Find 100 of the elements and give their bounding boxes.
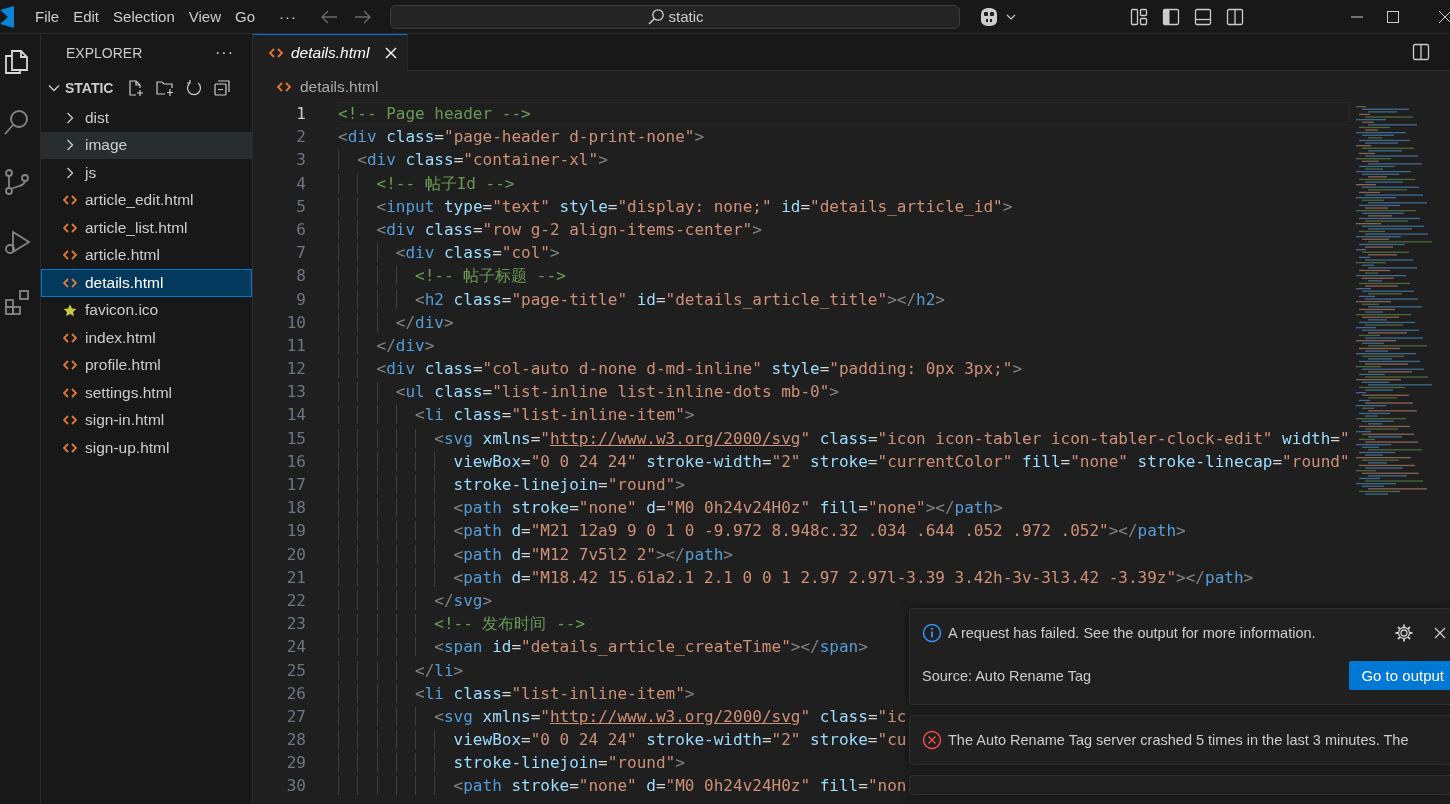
more-menu-button[interactable]: ···	[272, 8, 304, 25]
file-tree-item[interactable]: article_list.html	[41, 214, 252, 242]
line-number: 20	[285, 543, 307, 566]
code-line: <svg xmlns="http://www.w3.org/2000/svg" class="icon icon-tabler icon-tabler-clock-edit" width="	[338, 426, 1450, 450]
line-number: 22	[285, 589, 307, 612]
line-number: 2	[295, 126, 307, 149]
file-tree-item[interactable]: image	[41, 131, 252, 159]
code-line: <path d="M21 12a9 9 0 1 0 -9.972 8.948c.32 .034 .644 .052 .972 .052"></path>	[338, 519, 1450, 543]
layout-icon[interactable]	[1130, 7, 1148, 26]
code-brackets-icon	[269, 46, 283, 59]
notification-message: The Auto Rename Tag server crashed 5 times in the last 3 minutes. The	[948, 732, 1409, 748]
collapse-all-icon[interactable]	[213, 79, 232, 97]
file-tree-item[interactable]: article_edit.html	[41, 186, 252, 214]
line-number: 10	[285, 311, 307, 334]
line-number: 12	[285, 358, 307, 381]
new-folder-icon[interactable]	[155, 79, 176, 97]
line-number: 7	[295, 242, 307, 265]
line-number: 15	[285, 427, 307, 450]
code-brackets-icon	[63, 414, 77, 427]
line-number: 26	[285, 682, 307, 705]
folder-section-title[interactable]: STATIC	[65, 80, 114, 96]
line-number: 23	[285, 613, 307, 636]
forward-arrow-icon[interactable]	[354, 8, 372, 25]
secondary-sidebar-icon[interactable]	[1226, 7, 1244, 26]
command-center-search[interactable]: static	[390, 4, 960, 29]
code-line: <input type="text" style="display: none;" id="details_article_id">	[338, 194, 1450, 218]
code-brackets-icon	[277, 80, 291, 93]
file-tree-item[interactable]: details.html	[41, 269, 252, 297]
file-tree-item[interactable]: sign-in.html	[41, 406, 252, 434]
maximize-icon[interactable]	[1386, 9, 1400, 24]
blocks-icon[interactable]	[3, 288, 31, 316]
search-icon	[646, 7, 665, 26]
code-line: <h2 class="page-title" id="details_article_title"></h2>	[338, 287, 1450, 311]
sidebar-toggle-icon[interactable]	[1162, 7, 1180, 26]
code-brackets-icon	[63, 221, 77, 234]
code-line: <!-- 帖子标题 -->	[338, 264, 1450, 288]
back-arrow-icon[interactable]	[320, 8, 338, 25]
file-tree-item[interactable]: favicon.ico	[41, 296, 252, 324]
code-line: <div class="row g-2 align-items-center">	[338, 217, 1450, 242]
caret-icon[interactable]	[1006, 13, 1016, 20]
line-number: 14	[285, 404, 307, 427]
file-tree-item[interactable]: settings.html	[41, 379, 252, 407]
more-actions-button[interactable]: ···	[215, 44, 234, 62]
split-editor-icon[interactable]	[1412, 43, 1430, 61]
line-number: 30	[285, 775, 307, 798]
line-number: 9	[295, 288, 307, 311]
code-brackets-icon	[63, 249, 77, 262]
line-number: 21	[285, 566, 307, 589]
file-tree-item[interactable]: article.html	[41, 241, 252, 269]
line-number: 17	[285, 474, 307, 496]
code-line: <li class="list-inline-item">	[338, 403, 1450, 427]
info-icon	[922, 623, 942, 643]
line-number: 6	[295, 218, 307, 241]
menu-item[interactable]: Go	[228, 8, 262, 25]
menu-item[interactable]: Edit	[66, 8, 107, 25]
search-icon[interactable]	[3, 108, 31, 136]
file-tree-item[interactable]: dist	[41, 104, 252, 132]
files-icon[interactable]	[3, 48, 31, 76]
code-brackets-icon	[63, 441, 77, 454]
notification-source: Source: Auto Rename Tag	[922, 667, 1091, 684]
file-tree-item[interactable]: profile.html	[41, 351, 252, 379]
play-bug-icon[interactable]	[3, 228, 31, 256]
panel-toggle-icon[interactable]	[1194, 7, 1212, 26]
close-icon[interactable]	[1438, 9, 1450, 24]
menu-item[interactable]: View	[181, 8, 228, 25]
gear-icon[interactable]	[1394, 623, 1414, 643]
line-number: 11	[285, 334, 307, 357]
close-icon[interactable]	[1434, 627, 1446, 639]
code-line: <path stroke="none" d="M0 0h24v24H0z" fill="none"></path>	[338, 496, 1450, 520]
code-line: <ul class="list-inline list-inline-dots mb-0">	[338, 380, 1450, 404]
file-tree-item[interactable]: sign-up.html	[41, 434, 252, 462]
new-file-icon[interactable]	[127, 79, 146, 97]
line-number: 18	[285, 497, 307, 520]
line-number: 24	[285, 636, 307, 659]
file-tree-item[interactable]: js	[41, 159, 252, 187]
go-to-output-button[interactable]: Go to output	[1349, 661, 1450, 690]
code-line: </svg>	[338, 588, 1450, 613]
line-number: 1	[295, 103, 307, 125]
breadcrumb-item[interactable]: details.html	[277, 77, 379, 96]
line-number: 27	[285, 705, 307, 728]
code-line: </div>	[338, 310, 1450, 334]
editor-tab[interactable]: details.html	[253, 34, 409, 71]
code-brackets-icon	[63, 359, 77, 372]
code-brackets-icon	[63, 276, 77, 289]
code-line: stroke-linejoin="round">	[338, 473, 1450, 497]
branch-icon[interactable]	[3, 168, 31, 196]
code-line: <div class="container-xl">	[338, 148, 1450, 172]
code-brackets-icon	[63, 386, 77, 399]
file-tree-item[interactable]: index.html	[41, 324, 252, 352]
line-number: 13	[285, 381, 307, 404]
menu-item[interactable]: File	[28, 8, 67, 25]
error-icon	[922, 730, 942, 750]
refresh-icon[interactable]	[185, 79, 204, 97]
menu-item[interactable]: Selection	[106, 8, 182, 25]
code-line: <!-- 帖子Id -->	[338, 171, 1450, 195]
code-line: </div>	[338, 333, 1450, 358]
line-number: 19	[285, 520, 307, 543]
line-number: 29	[285, 752, 307, 775]
code-line: <div class="col">	[338, 241, 1450, 265]
line-number: 16	[285, 450, 307, 473]
